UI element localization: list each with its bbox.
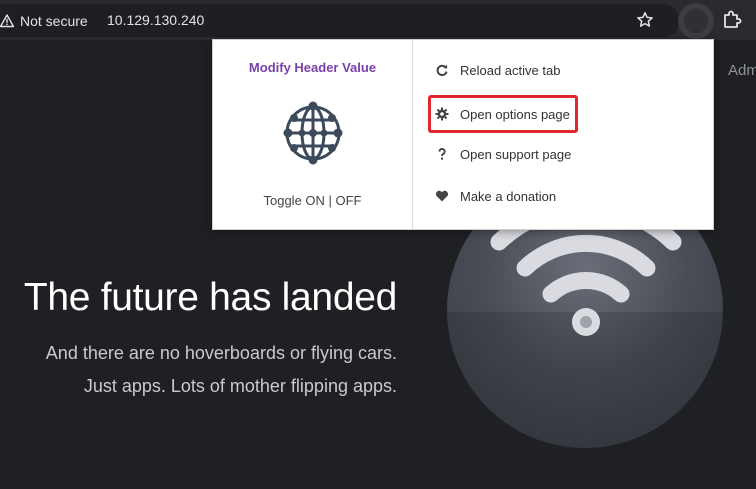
menu-item-label: Make a donation [460, 188, 557, 204]
menu-item-make-donation[interactable]: Make a donation [431, 179, 577, 213]
extensions-puzzle-icon[interactable] [722, 10, 742, 30]
extension-title: Modify Header Value [248, 60, 377, 75]
security-label: Not secure [20, 12, 88, 29]
extension-popup: Modify Header Value Toggle ON | OFF Relo… [212, 39, 714, 230]
question-icon [438, 148, 446, 160]
url-text[interactable]: 10.129.130.240 [107, 12, 204, 28]
menu-item-open-support[interactable]: Open support page [431, 137, 577, 171]
toggle-on-off[interactable]: Toggle ON | OFF [213, 193, 412, 208]
nav-link-admin[interactable]: Adm [728, 62, 756, 79]
browser-toolbar: Not secure 10.129.130.240 [0, 0, 756, 40]
address-bar[interactable] [0, 4, 680, 37]
menu-item-label: Open options page [460, 106, 570, 122]
menu-item-reload-tab[interactable]: Reload active tab [431, 53, 577, 87]
warning-icon [0, 13, 14, 27]
reload-icon [436, 64, 448, 76]
active-extension-button[interactable] [678, 3, 714, 39]
extension-icon [684, 9, 708, 33]
security-chip[interactable]: Not secure [0, 8, 96, 33]
globe-network-icon[interactable] [283, 101, 343, 165]
hero-subtitle-line-1: And there are no hoverboards or flying c… [45, 343, 397, 363]
gear-icon [435, 107, 449, 121]
popup-menu: Reload active tab Open options page Open… [413, 40, 713, 229]
hero-subtitle-line-2: Just apps. Lots of mother flipping apps. [83, 376, 397, 396]
bookmark-star-icon[interactable] [636, 11, 654, 29]
menu-item-label: Reload active tab [460, 62, 561, 78]
menu-item-open-options[interactable]: Open options page [428, 95, 578, 133]
heart-icon [435, 190, 449, 202]
menu-item-label: Open support page [460, 146, 572, 162]
popup-left-panel: Modify Header Value Toggle ON | OFF [213, 40, 413, 229]
hero-title: The future has landed [23, 276, 397, 319]
